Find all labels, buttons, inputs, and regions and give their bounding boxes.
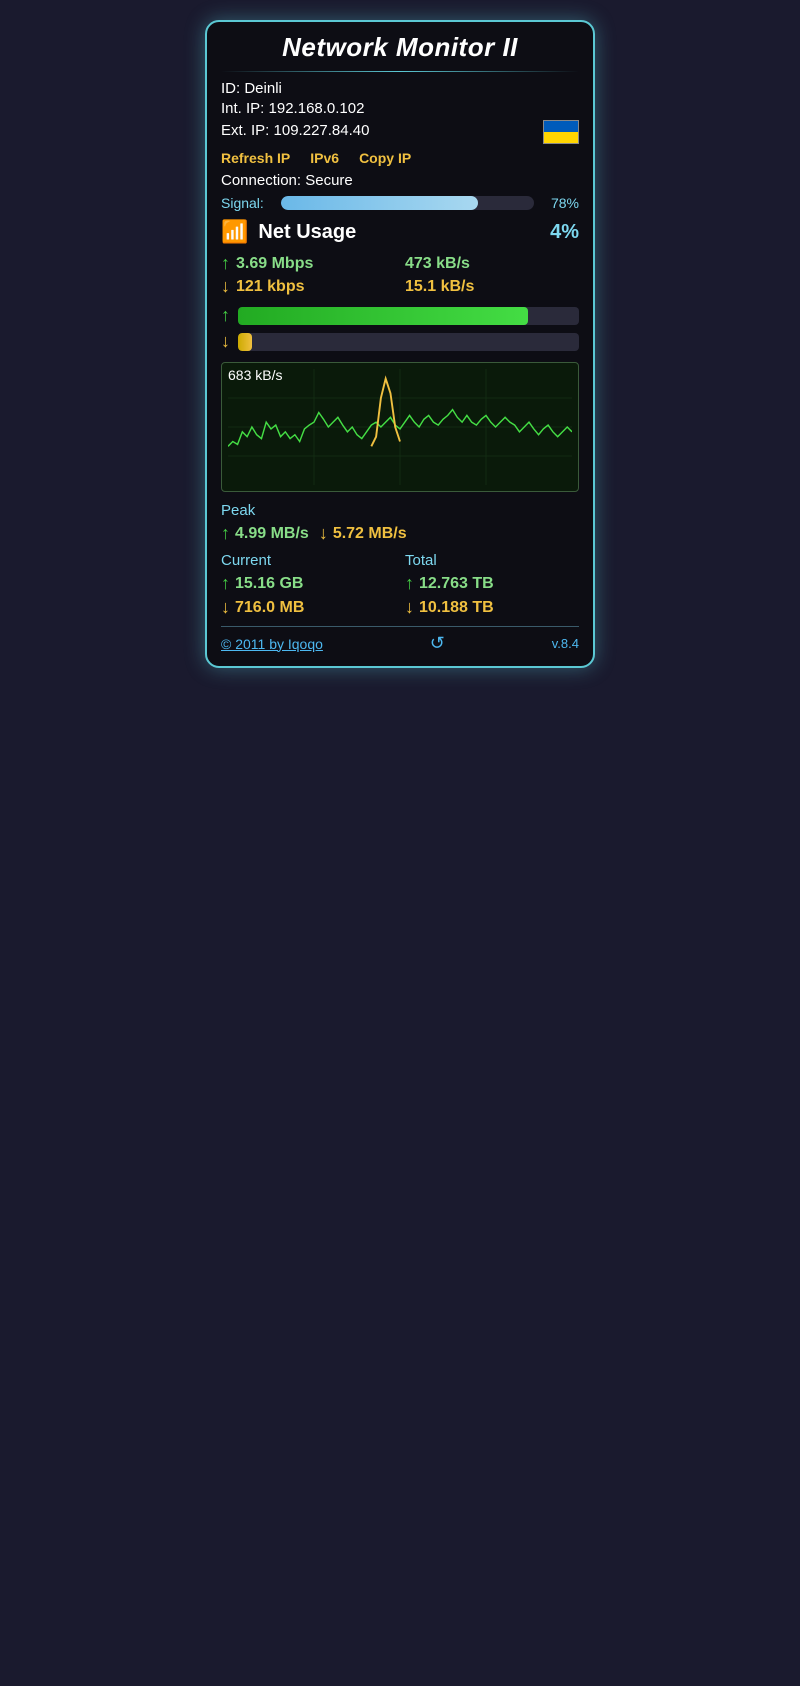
data-rows: ↑ 15.16 GB ↑ 12.763 TB ↓ 716.0 MB ↓ 10.1…: [221, 573, 579, 618]
upload-arrow-icon: ↑: [221, 253, 230, 274]
peak-section: Peak ↑ 4.99 MB/s ↓ 5.72 MB/s: [221, 502, 579, 544]
current-download-item: ↓ 716.0 MB: [221, 597, 395, 618]
current-upload-value: 15.16 GB: [235, 575, 303, 593]
total-download-value: 10.188 TB: [419, 599, 494, 617]
upload-progress-bg: [238, 307, 579, 325]
chart-svg: [228, 369, 572, 485]
signal-row: Signal: 78%: [221, 195, 579, 211]
peak-upload-item: ↑ 4.99 MB/s: [221, 523, 309, 544]
title-divider: [221, 71, 579, 72]
network-chart: 683 kB/s: [221, 362, 579, 492]
peak-upload-icon: ↑: [221, 523, 230, 544]
current-upload-item: ↑ 15.16 GB: [221, 573, 395, 594]
peak-download-icon: ↓: [319, 523, 328, 544]
peak-download-item: ↓ 5.72 MB/s: [319, 523, 407, 544]
int-ip-value: 192.168.0.102: [269, 100, 365, 117]
country-flag: [543, 120, 579, 144]
total-download-item: ↓ 10.188 TB: [405, 597, 579, 618]
upload-mbps-row: ↑ 3.69 Mbps: [221, 253, 395, 274]
total-label: Total: [405, 552, 579, 569]
bar-section: ↑ ↓: [221, 305, 579, 352]
id-value: Deinli: [244, 80, 282, 97]
peak-row: ↑ 4.99 MB/s ↓ 5.72 MB/s: [221, 523, 579, 544]
chart-peak-label: 683 kB/s: [228, 367, 282, 383]
total-upload-item: ↑ 12.763 TB: [405, 573, 579, 594]
download-progress-bg: [238, 333, 579, 351]
id-line: ID: Deinli: [221, 80, 579, 97]
current-download-value: 716.0 MB: [235, 599, 304, 617]
current-total-labels: Current Total: [221, 552, 579, 569]
download-progress-fill: [238, 333, 252, 351]
download-kbps-value: 121 kbps: [236, 278, 304, 296]
download-kbs-value: 15.1 kB/s: [405, 278, 474, 296]
upload-kbs-value: 473 kB/s: [405, 255, 470, 273]
int-ip-line: Int. IP: 192.168.0.102: [221, 100, 579, 117]
download-bar-arrow-icon: ↓: [221, 331, 230, 352]
total-download-arrow-icon: ↓: [405, 597, 414, 618]
peak-title: Peak: [221, 502, 579, 519]
connection-label: Connection:: [221, 172, 301, 189]
int-ip-label: Int. IP:: [221, 100, 264, 117]
signal-bar-fill: [281, 196, 478, 210]
footer-version: v.8.4: [552, 636, 579, 651]
widget-title: Network Monitor II: [221, 32, 579, 63]
refresh-ip-button[interactable]: Refresh IP: [221, 150, 290, 166]
network-monitor-widget: Network Monitor II ID: Deinli Int. IP: 1…: [205, 20, 595, 668]
footer-link[interactable]: © 2011 by Iqoqo: [221, 636, 323, 652]
refresh-icon[interactable]: ↺: [430, 633, 445, 654]
net-usage-label: Net Usage: [258, 221, 540, 244]
upload-bar-arrow-icon: ↑: [221, 305, 230, 326]
download-kbps-row: ↓ 121 kbps: [221, 276, 395, 297]
ext-ip-value: 109.227.84.40: [274, 122, 370, 139]
signal-bar-bg: [281, 196, 534, 210]
current-upload-arrow-icon: ↑: [221, 573, 230, 594]
speed-grid: ↑ 3.69 Mbps 473 kB/s ↓ 121 kbps 15.1 kB/…: [221, 253, 579, 297]
total-upload-arrow-icon: ↑: [405, 573, 414, 594]
download-bar-row: ↓: [221, 331, 579, 352]
peak-download-value: 5.72 MB/s: [333, 525, 407, 543]
current-label: Current: [221, 552, 395, 569]
upload-kbs-row: 473 kB/s: [405, 253, 579, 274]
ext-ip-label: Ext. IP:: [221, 122, 269, 139]
upload-mbps-value: 3.69 Mbps: [236, 255, 313, 273]
upload-progress-fill: [238, 307, 528, 325]
connection-value: Secure: [305, 172, 353, 189]
net-usage-percent: 4%: [550, 221, 579, 244]
ext-ip-row: Ext. IP: 109.227.84.40: [221, 120, 579, 144]
signal-percent: 78%: [544, 195, 579, 211]
current-download-arrow-icon: ↓: [221, 597, 230, 618]
peak-upload-value: 4.99 MB/s: [235, 525, 309, 543]
footer-row: © 2011 by Iqoqo ↺ v.8.4: [221, 626, 579, 654]
download-arrow-icon: ↓: [221, 276, 230, 297]
id-label: ID:: [221, 80, 240, 97]
copy-ip-button[interactable]: Copy IP: [359, 150, 411, 166]
signal-label: Signal:: [221, 195, 271, 211]
download-kbs-row: 15.1 kB/s: [405, 276, 579, 297]
total-upload-value: 12.763 TB: [419, 575, 494, 593]
upload-bar-row: ↑: [221, 305, 579, 326]
ipv6-button[interactable]: IPv6: [310, 150, 339, 166]
wifi-icon: 📶: [221, 219, 248, 245]
action-row: Refresh IP IPv6 Copy IP: [221, 150, 579, 166]
ext-ip-line: Ext. IP: 109.227.84.40: [221, 122, 369, 139]
connection-line: Connection: Secure: [221, 172, 579, 189]
net-usage-row: 📶 Net Usage 4%: [221, 219, 579, 245]
